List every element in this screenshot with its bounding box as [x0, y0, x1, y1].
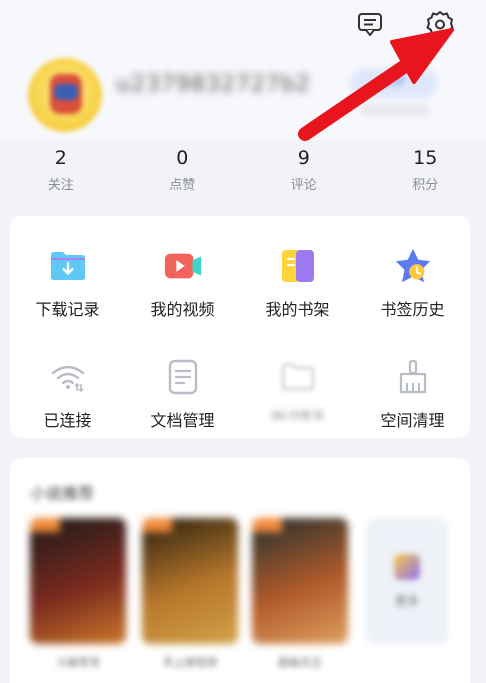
tool-bookmark-history[interactable]: 书签历史 [355, 216, 470, 327]
message-icon [358, 13, 382, 36]
tool-my-videos[interactable]: 我的视频 [125, 216, 240, 327]
stat-label: 积分 [412, 178, 439, 193]
tool-label: 我的视频 [150, 300, 215, 319]
section-title: 小说推荐 [30, 484, 95, 503]
document-icon [163, 357, 203, 397]
tool-my-bookshelf[interactable]: 我的书架 [240, 216, 355, 327]
stat-value: 0 [176, 147, 189, 169]
book-title: 斗破苍穹 [56, 656, 100, 669]
wifi-transfer-icon [48, 357, 88, 397]
stat-likes[interactable]: 0 点赞 [122, 140, 244, 202]
stat-comments[interactable]: 9 评论 [243, 140, 365, 202]
stats-row: 2 关注 0 点赞 9 评论 15 积分 [0, 140, 486, 202]
stat-value: 9 [297, 147, 310, 169]
stat-following[interactable]: 2 关注 [0, 140, 122, 202]
book-title: 超级兵王 [278, 656, 322, 669]
tool-connected[interactable]: 已连接 [10, 327, 125, 438]
book-cover[interactable] [30, 518, 126, 644]
stat-value: 2 [54, 147, 67, 169]
bookmark-star-icon [393, 246, 433, 286]
gear-icon [426, 11, 454, 38]
tools-card: 下载记录 我的视频 我的书架 书签历史 已连接 文档管理 Wi-Fi传书 空间清… [10, 216, 470, 438]
profile-header[interactable]: u2379832727b2 VIP [0, 48, 486, 140]
more-icon [394, 554, 420, 580]
bookshelf-icon [278, 246, 318, 286]
video-play-icon [163, 246, 203, 286]
stat-label: 点赞 [169, 178, 196, 193]
tool-label: 已连接 [43, 411, 92, 430]
tool-wifi-transfer[interactable]: Wi-Fi传书 [240, 327, 355, 438]
vip-subtitle [360, 104, 430, 116]
vip-badge[interactable]: VIP [350, 68, 438, 98]
tool-label: 我的书架 [265, 300, 330, 319]
broom-icon [393, 357, 433, 397]
stat-label: 关注 [47, 178, 74, 193]
stat-points[interactable]: 15 积分 [365, 140, 486, 202]
tool-download-records[interactable]: 下载记录 [10, 216, 125, 327]
book-cover[interactable] [252, 518, 348, 644]
tool-label: 下载记录 [35, 300, 100, 319]
book-cover[interactable] [142, 518, 238, 644]
tool-label: 书签历史 [380, 300, 445, 319]
username: u2379832727b2 [116, 72, 311, 97]
recommend-list: 斗破苍穹 天上掉馅饼 超级兵王 更多 [26, 518, 466, 678]
tool-label: Wi-Fi传书 [271, 409, 324, 423]
settings-button[interactable] [422, 6, 458, 42]
tool-document-manager[interactable]: 文档管理 [125, 327, 240, 438]
stat-value: 15 [413, 147, 438, 169]
stat-label: 评论 [290, 178, 317, 193]
message-button[interactable] [352, 6, 388, 42]
folder-icon [278, 357, 318, 397]
more-button[interactable]: 更多 [366, 518, 448, 644]
tool-label: 空间清理 [380, 411, 445, 430]
download-folder-icon [48, 246, 88, 286]
book-title: 天上掉馅饼 [162, 656, 218, 669]
tool-label: 文档管理 [150, 411, 215, 430]
recommend-card: 小说推荐 斗破苍穹 天上掉馅饼 超级兵王 更多 [10, 458, 470, 683]
avatar[interactable] [28, 58, 102, 132]
tool-space-cleanup[interactable]: 空间清理 [355, 327, 470, 438]
more-label: 更多 [394, 594, 419, 608]
top-bar [0, 0, 486, 48]
